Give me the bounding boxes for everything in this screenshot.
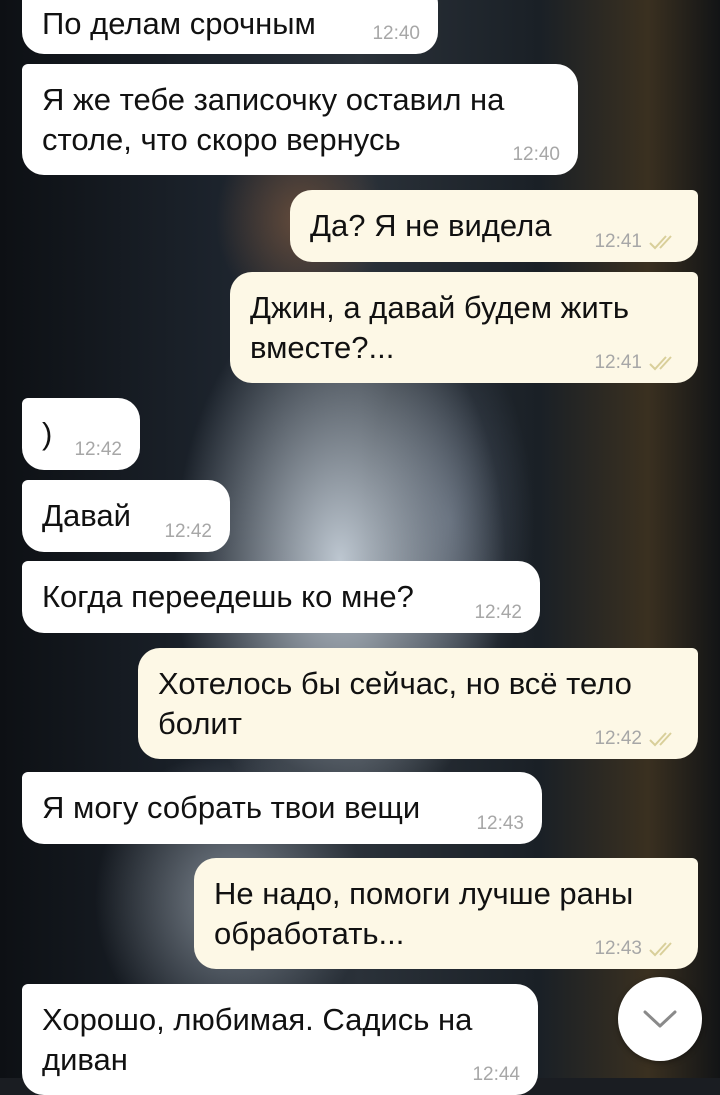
message-bubble-incoming[interactable]: По делам срочным 12:40 — [22, 0, 438, 54]
message-time: 12:42 — [74, 439, 122, 460]
message-text: По делам срочным — [42, 6, 316, 41]
chevron-down-icon — [643, 1010, 677, 1028]
read-ticks-icon — [649, 356, 672, 371]
message-bubble-outgoing[interactable]: Хотелось бы сейчас, но всё тело болит 12… — [138, 648, 698, 759]
message-text: Когда переедешь ко мне? — [42, 579, 414, 614]
message-time: 12:40 — [512, 144, 560, 165]
message-bubble-incoming[interactable]: Я же тебе записочку оставил на столе, чт… — [22, 64, 578, 175]
message-time: 12:41 — [594, 352, 642, 373]
read-ticks-icon — [649, 235, 672, 250]
message-text: Я же тебе записочку оставил на столе, чт… — [42, 82, 505, 157]
read-ticks-icon — [649, 732, 672, 747]
message-time: 12:42 — [594, 728, 642, 749]
message-text: Хорошо, любимая. Садись на диван — [42, 1002, 473, 1077]
message-time: 12:42 — [164, 521, 212, 542]
message-bubble-outgoing[interactable]: Джин, а давай будем жить вместе?... 12:4… — [230, 272, 698, 383]
message-bubble-incoming[interactable]: ) 12:42 — [22, 398, 140, 470]
message-time: 12:40 — [372, 23, 420, 44]
message-time: 12:43 — [594, 938, 642, 959]
message-bubble-outgoing[interactable]: Да? Я не видела 12:41 — [290, 190, 698, 262]
message-bubble-incoming[interactable]: Давай 12:42 — [22, 480, 230, 552]
message-time: 12:41 — [594, 231, 642, 252]
message-bubble-incoming[interactable]: Когда переедешь ко мне? 12:42 — [22, 561, 540, 633]
scroll-down-button[interactable] — [618, 977, 702, 1061]
message-bubble-incoming[interactable]: Хорошо, любимая. Садись на диван 12:44 — [22, 984, 538, 1095]
message-time: 12:42 — [474, 602, 522, 623]
message-text: Я могу собрать твои вещи — [42, 790, 421, 825]
message-time: 12:43 — [476, 813, 524, 834]
message-time: 12:44 — [472, 1064, 520, 1085]
message-bubble-incoming[interactable]: Я могу собрать твои вещи 12:43 — [22, 772, 542, 844]
read-ticks-icon — [649, 942, 672, 957]
message-bubble-outgoing[interactable]: Не надо, помоги лучше раны обработать...… — [194, 858, 698, 969]
